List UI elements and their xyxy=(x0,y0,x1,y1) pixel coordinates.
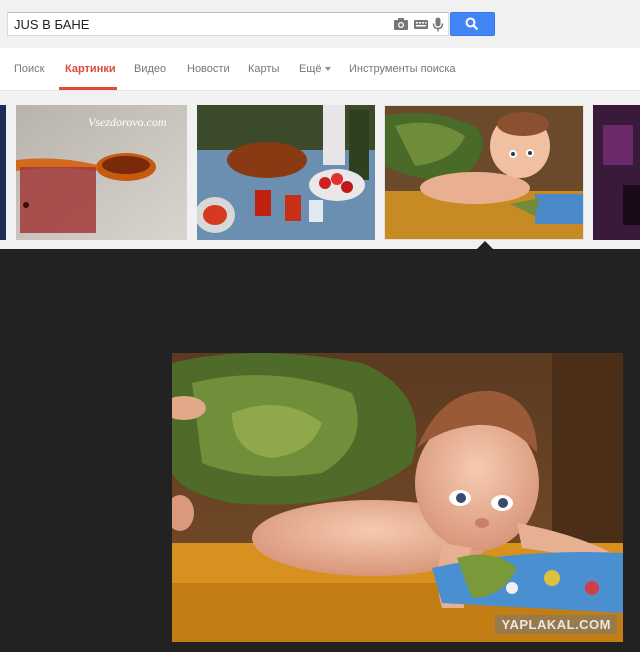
thumbnail-watermark: Vsezdorovo.com xyxy=(88,115,167,129)
thumbnail-partial-right[interactable] xyxy=(593,105,640,240)
tab-images[interactable]: Картинки xyxy=(65,63,116,75)
thumbnail-spoon[interactable]: Vsezdorovo.com xyxy=(16,105,187,240)
tab-news[interactable]: Новости xyxy=(187,63,230,75)
preview-watermark: YAPLAKAL.COM xyxy=(495,615,617,634)
search-button[interactable] xyxy=(450,12,495,36)
camera-icon[interactable] xyxy=(393,17,409,31)
tab-video[interactable]: Видео xyxy=(134,63,166,75)
active-tab-indicator xyxy=(59,87,117,90)
selected-thumbnail-pointer xyxy=(477,241,493,249)
tab-more[interactable]: Ещё xyxy=(299,63,331,75)
thumbnail-partial-left[interactable] xyxy=(0,105,6,240)
chevron-down-icon xyxy=(324,67,331,72)
image-preview-panel: YAPLAKAL.COM xyxy=(0,249,640,652)
tab-maps[interactable]: Карты xyxy=(248,63,279,75)
search-input[interactable] xyxy=(14,16,374,32)
thumbnail-food[interactable] xyxy=(197,105,375,240)
search-box[interactable] xyxy=(7,12,449,36)
thumbnail-baby-selected[interactable] xyxy=(384,105,584,240)
thumbnail-strip: Vsezdorovo.com xyxy=(0,92,640,249)
search-icon xyxy=(465,17,479,31)
keyboard-icon[interactable] xyxy=(413,17,429,31)
tab-search[interactable]: Поиск xyxy=(14,63,44,75)
microphone-icon[interactable] xyxy=(432,17,448,32)
search-tabs: Поиск Картинки Видео Новости Карты Ещё И… xyxy=(0,48,640,91)
search-header xyxy=(0,0,640,48)
tab-more-label: Ещё xyxy=(299,63,322,75)
preview-image[interactable]: YAPLAKAL.COM xyxy=(172,353,623,642)
tab-search-tools[interactable]: Инструменты поиска xyxy=(349,63,456,75)
